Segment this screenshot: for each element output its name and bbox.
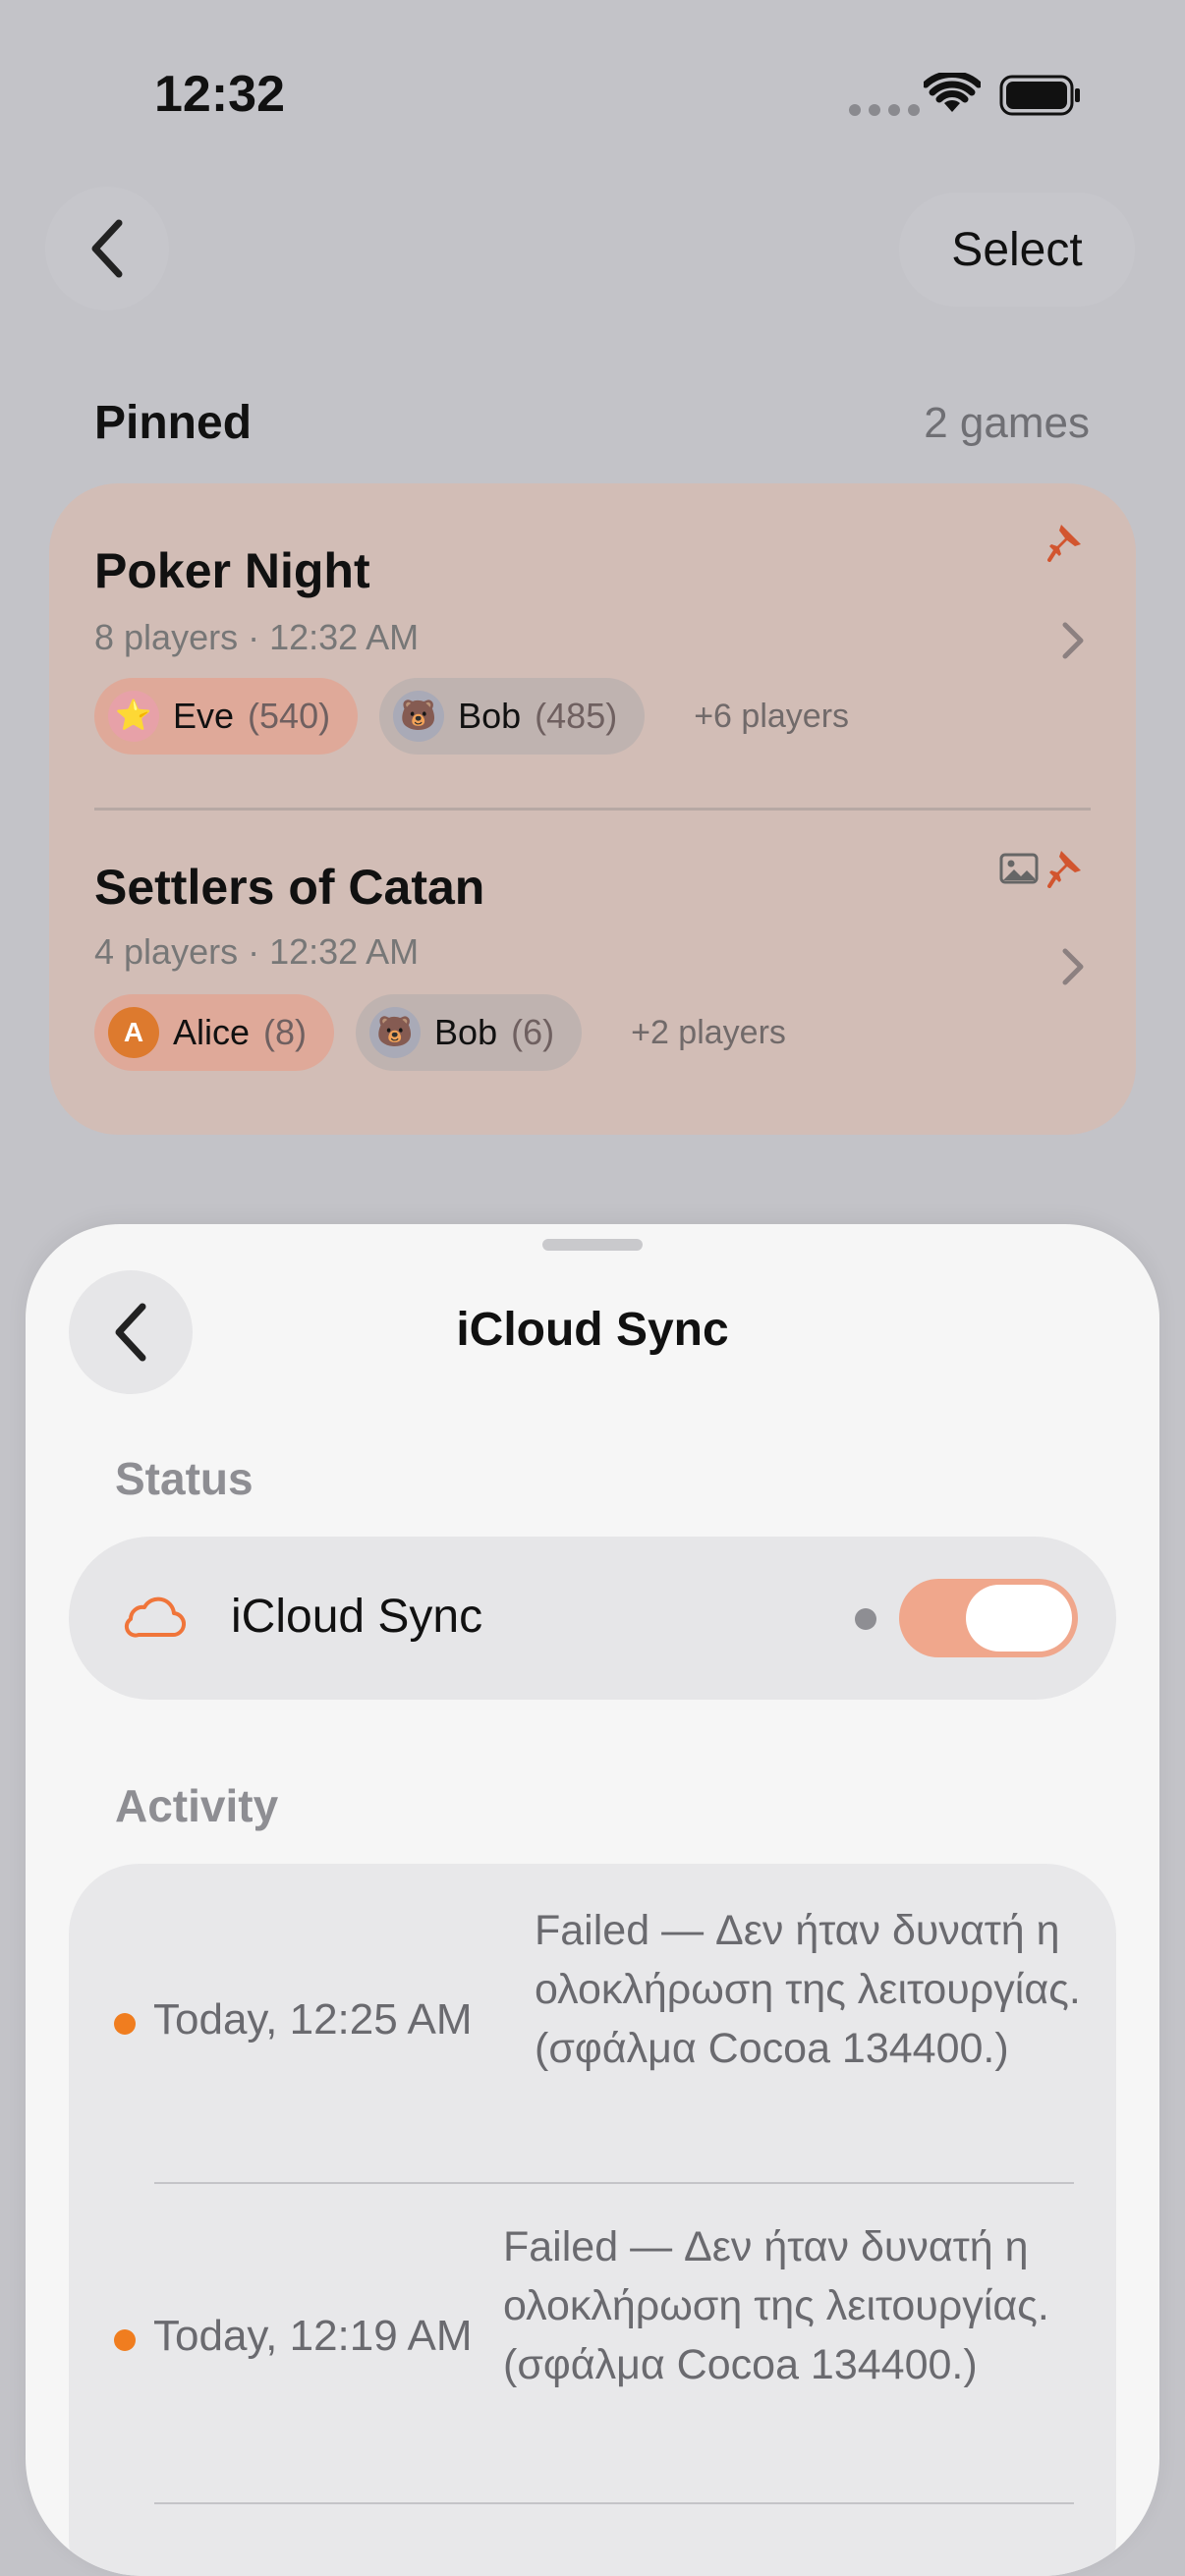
- game-row-settlers-of-catan[interactable]: Settlers of Catan 4 players · 12:32 AM A…: [49, 810, 1136, 1134]
- activity-time: Today, 12:19 AM: [153, 2312, 473, 2360]
- toggle-knob: [966, 1585, 1072, 1652]
- player-chips: ⭐ Eve (540) 🐻 Bob (485) +6 players: [94, 678, 849, 755]
- failed-status-dot: [114, 2013, 136, 2035]
- chevron-right-icon: [1062, 622, 1084, 659]
- activity-list: Today, 12:25 AM Failed — Δεν ήταν δυνατή…: [69, 1864, 1116, 2576]
- more-players: +2 players: [631, 1013, 786, 1051]
- activity-message: Failed — Δεν ήταν δυνατή η ολοκλήρωση τη…: [503, 2223, 1049, 2388]
- activity-time: Today, 12:25 AM: [153, 1995, 473, 2044]
- player-score: (8): [263, 1012, 308, 1052]
- player-name: Alice: [173, 1012, 251, 1052]
- status-time: 12:32: [154, 66, 285, 123]
- chevron-right-icon: [1062, 948, 1084, 985]
- player-chip: ⭐ Eve (540): [94, 678, 359, 755]
- game-row-poker-night[interactable]: Poker Night 8 players · 12:32 AM ⭐ Eve (…: [49, 483, 1136, 811]
- player-score: (6): [511, 1012, 555, 1052]
- game-meta: 4 players · 12:32 AM: [94, 931, 420, 972]
- icloud-sync-label: iCloud Sync: [231, 1591, 483, 1643]
- avatar: ⭐: [108, 691, 159, 742]
- game-title: Settlers of Catan: [94, 860, 485, 915]
- pinned-count: 2 games: [924, 399, 1090, 447]
- activity-item: Today, 12:25 AM Failed — Δεν ήταν δυνατή…: [69, 1864, 1116, 2182]
- player-name: Eve: [173, 696, 235, 736]
- icloud-sync-toggle[interactable]: [899, 1579, 1078, 1657]
- pinned-games-card: Poker Night 8 players · 12:32 AM ⭐ Eve (…: [49, 483, 1136, 1135]
- status-section-label: Status: [115, 1453, 254, 1504]
- pin-icon: [1047, 525, 1081, 562]
- player-score: (485): [535, 696, 618, 736]
- avatar: 🐻: [369, 1007, 422, 1058]
- game-meta: 8 players · 12:32 AM: [94, 617, 420, 657]
- game-title: Poker Night: [94, 543, 370, 598]
- icloud-sync-sheet: iCloud Sync Status iCloud Sync Activity …: [26, 1224, 1159, 2576]
- player-score: (540): [248, 696, 331, 736]
- player-chips: A Alice (8) 🐻 Bob (6) +2 players: [94, 994, 786, 1071]
- player-name: Bob: [434, 1012, 498, 1052]
- status-bar: 12:32: [0, 0, 1185, 187]
- player-name: Bob: [458, 696, 522, 736]
- icloud-sync-row: iCloud Sync: [69, 1537, 1116, 1700]
- battery-icon: [999, 75, 1080, 116]
- sync-status-dot: [855, 1608, 876, 1630]
- photo-icon: [999, 853, 1039, 884]
- sheet-grabber[interactable]: [542, 1239, 643, 1251]
- wifi-icon: [924, 73, 981, 112]
- sheet-title: iCloud Sync: [456, 1304, 729, 1356]
- activity-item: Today, 12:19 AM Failed — Δεν ήταν δυνατή…: [69, 2184, 1116, 2502]
- back-button[interactable]: [45, 187, 169, 310]
- player-chip: A Alice (8): [94, 994, 335, 1071]
- chevron-left-icon: [91, 219, 123, 278]
- cloud-icon: [124, 1596, 186, 1638]
- pinned-section-title: Pinned: [94, 397, 253, 449]
- avatar: A: [108, 1007, 159, 1058]
- select-button[interactable]: Select: [899, 193, 1135, 307]
- pin-icon: [1047, 851, 1081, 888]
- signal-dots-icon: [849, 104, 920, 116]
- player-chip: 🐻 Bob (485): [379, 678, 646, 755]
- activity-message: Failed — Δεν ήταν δυνατή η ολοκλήρωση τη…: [535, 1907, 1081, 2072]
- activity-divider: [154, 2502, 1074, 2504]
- more-players: +6 players: [694, 697, 850, 735]
- avatar: 🐻: [393, 691, 445, 742]
- player-chip: 🐻 Bob (6): [356, 994, 583, 1071]
- failed-status-dot: [114, 2329, 136, 2351]
- activity-section-label: Activity: [115, 1780, 279, 1831]
